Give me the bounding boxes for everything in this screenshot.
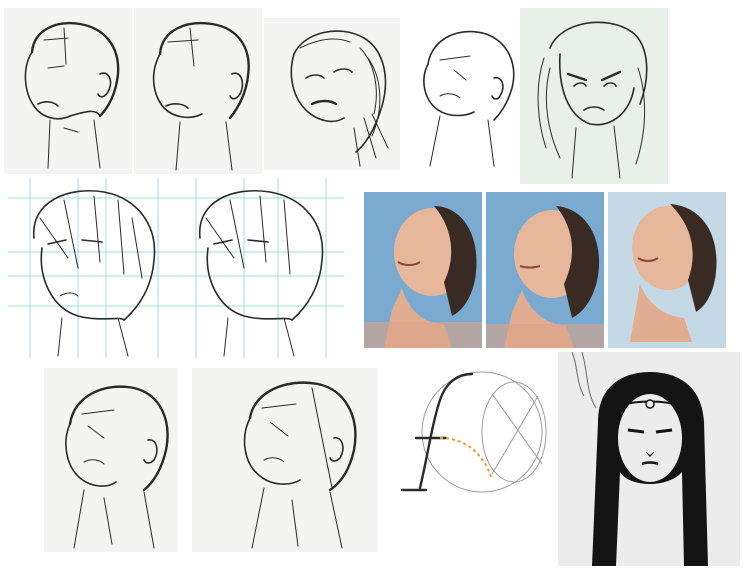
ink-woman-long-hair	[558, 352, 740, 566]
sketch-woman-curly	[264, 18, 400, 170]
photo-woman-3	[608, 192, 726, 348]
construction-sphere	[392, 364, 554, 494]
sketch-head-1	[4, 8, 132, 174]
anime-heads-guides	[8, 178, 344, 358]
sketch-neck-4	[192, 368, 378, 552]
photo-woman-2	[486, 192, 604, 348]
photo-woman-1	[364, 192, 482, 348]
sketch-bald-outline	[410, 20, 520, 170]
sketch-angry-woman	[520, 8, 668, 184]
sketch-head-2	[134, 8, 262, 174]
sketch-neck-3	[44, 368, 178, 552]
